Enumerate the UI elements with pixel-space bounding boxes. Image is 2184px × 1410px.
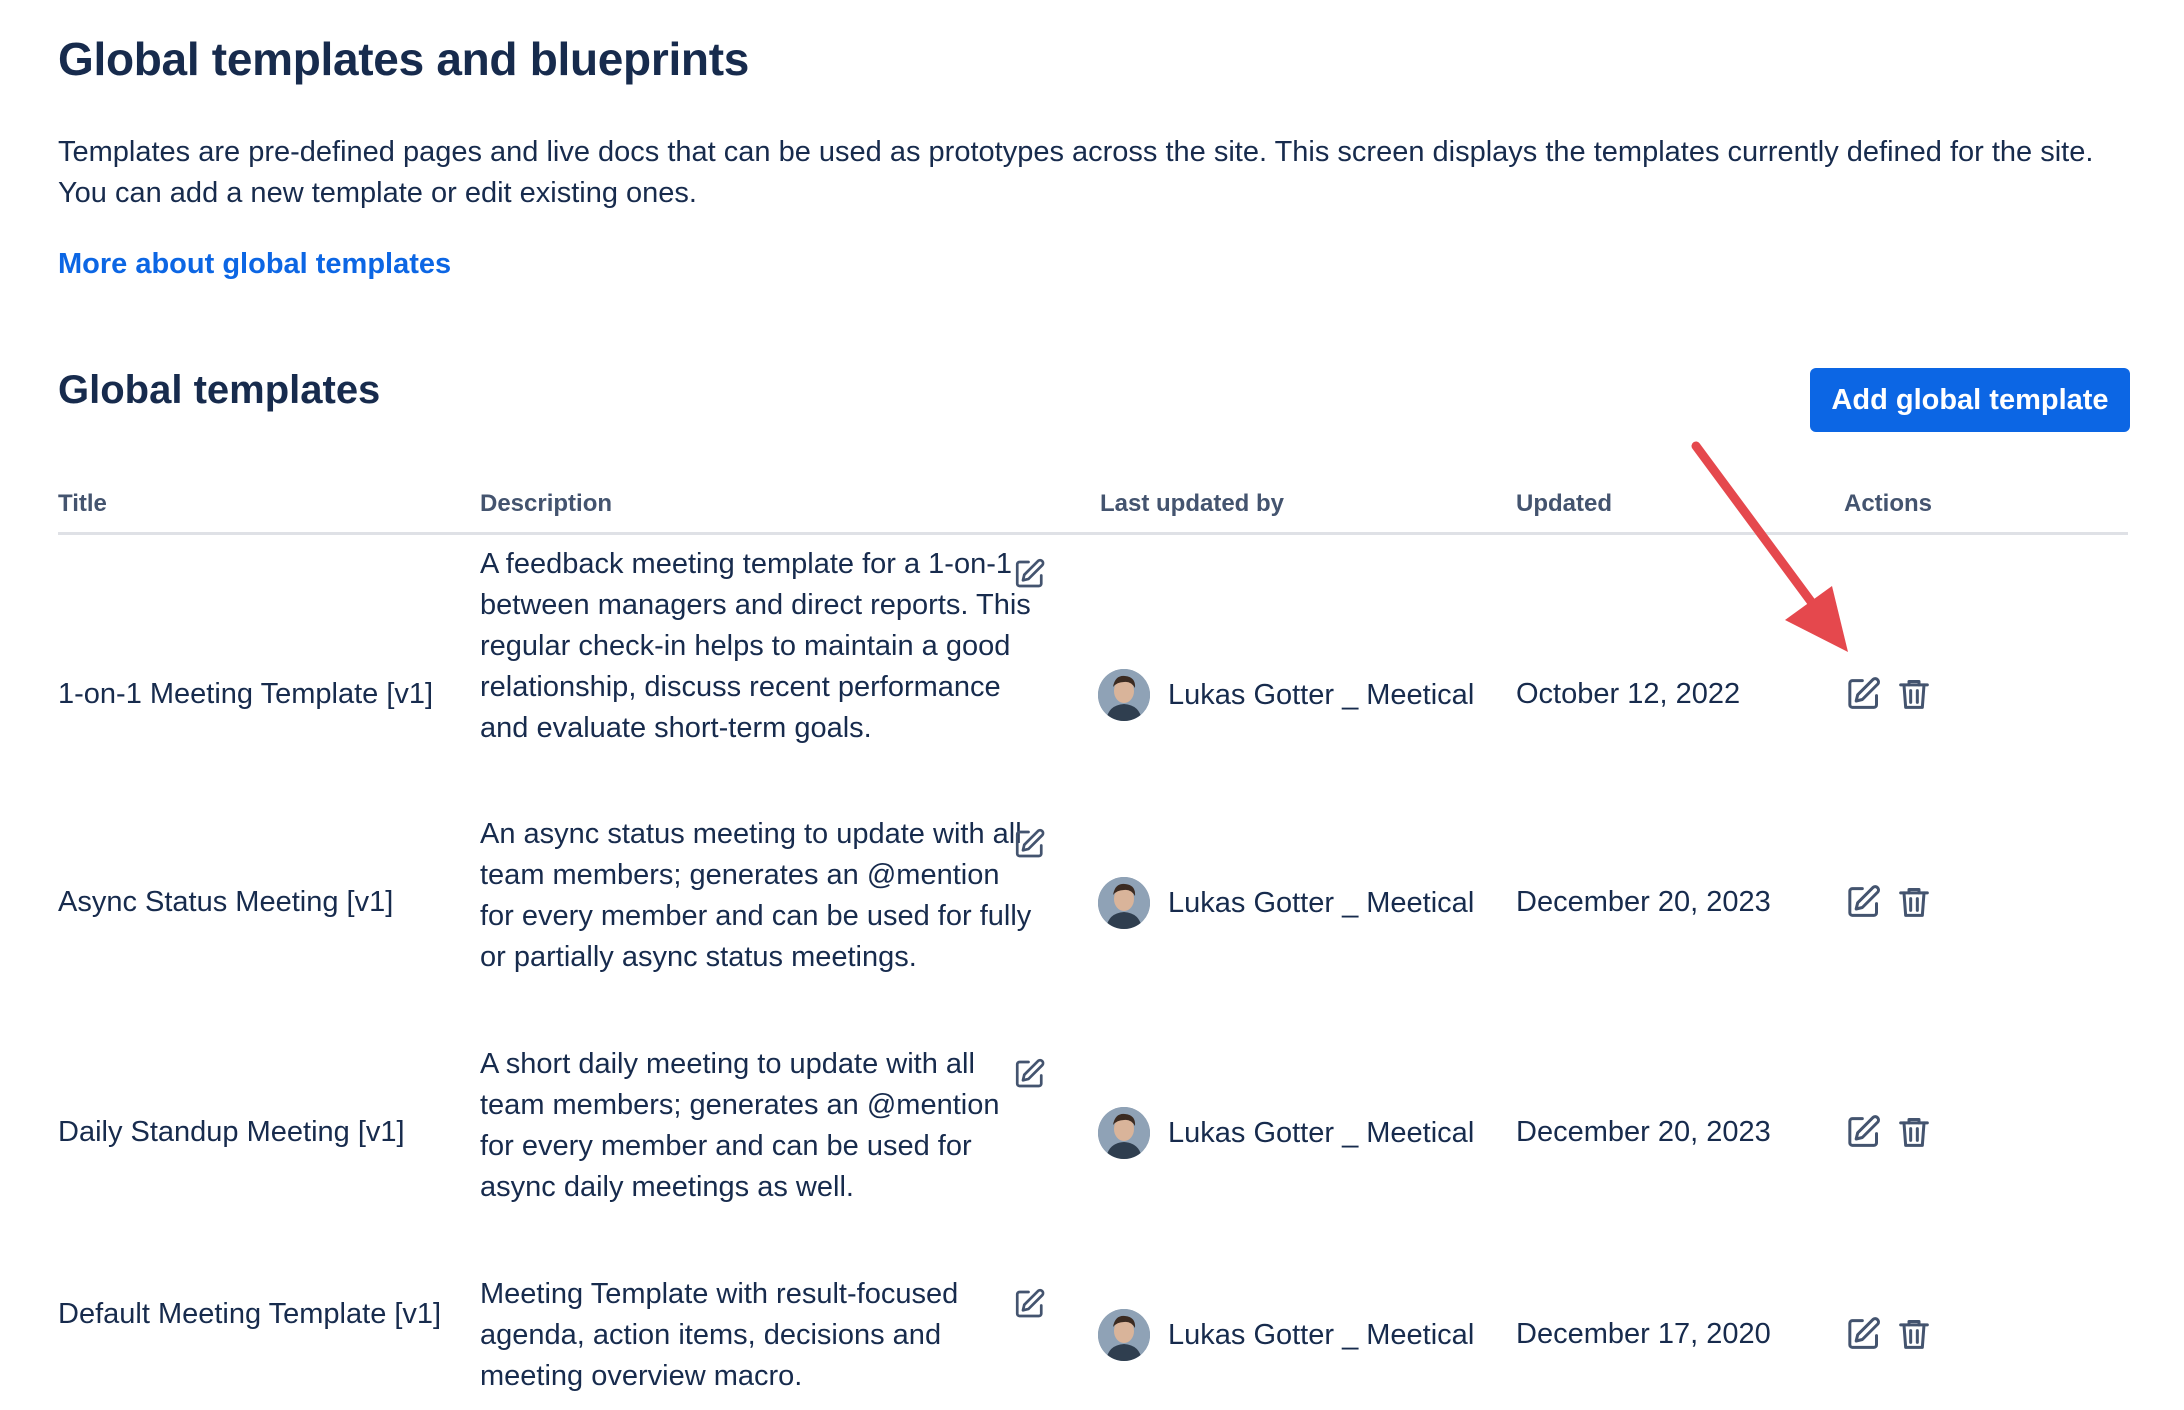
template-description: Meeting Template with result-focused age…: [480, 1278, 959, 1392]
delete-template-icon[interactable]: [1894, 882, 1934, 922]
section-title: Global templates: [58, 368, 381, 412]
header-description: Description: [480, 490, 613, 517]
avatar: [1098, 1309, 1150, 1361]
header-actions: Actions: [1844, 490, 1933, 517]
row-actions: [1844, 882, 1944, 922]
user-name: Lukas Gotter _ Meetical: [1168, 1116, 1475, 1149]
last-updated-by: Lukas Gotter _ Meetical: [1098, 1309, 1474, 1361]
edit-template-icon[interactable]: [1844, 674, 1884, 714]
edit-description-icon[interactable]: [1012, 1286, 1048, 1322]
template-description: An async status meeting to update with a…: [480, 818, 1032, 973]
avatar: [1098, 669, 1150, 721]
avatar: [1098, 877, 1150, 929]
template-title: Default Meeting Template [v1]: [58, 1298, 442, 1330]
template-title: Async Status Meeting [v1]: [58, 886, 394, 918]
delete-template-icon[interactable]: [1894, 1314, 1934, 1354]
more-about-link[interactable]: More about global templates: [58, 248, 451, 281]
updated-date: December 20, 2023: [1516, 886, 1771, 918]
row-actions: [1844, 1112, 1944, 1152]
header-updated: Updated: [1516, 490, 1612, 517]
user-name: Lukas Gotter _ Meetical: [1168, 886, 1475, 919]
last-updated-by: Lukas Gotter _ Meetical: [1098, 669, 1474, 721]
user-name: Lukas Gotter _ Meetical: [1168, 678, 1475, 711]
header-title: Title: [58, 490, 107, 517]
page-title: Global templates and blueprints: [58, 33, 750, 85]
updated-date: December 20, 2023: [1516, 1116, 1771, 1148]
updated-date: December 17, 2020: [1516, 1318, 1771, 1350]
edit-description-icon[interactable]: [1012, 826, 1048, 862]
row-actions: [1844, 1314, 1944, 1354]
last-updated-by: Lukas Gotter _ Meetical: [1098, 1107, 1474, 1159]
delete-template-icon[interactable]: [1894, 674, 1934, 714]
user-name: Lukas Gotter _ Meetical: [1168, 1318, 1475, 1351]
edit-description-icon[interactable]: [1012, 556, 1048, 592]
template-description: A short daily meeting to update with all…: [480, 1048, 1000, 1203]
updated-date: October 12, 2022: [1516, 678, 1741, 710]
table-header: Title Description Last updated by Update…: [58, 490, 2128, 535]
edit-template-icon[interactable]: [1844, 1112, 1884, 1152]
avatar: [1098, 1107, 1150, 1159]
last-updated-by: Lukas Gotter _ Meetical: [1098, 877, 1474, 929]
add-global-template-button[interactable]: Add global template: [1810, 368, 2130, 432]
row-actions: [1844, 674, 1944, 714]
edit-description-icon[interactable]: [1012, 1056, 1048, 1092]
template-description: A feedback meeting template for a 1-on-1…: [480, 548, 1031, 744]
delete-template-icon[interactable]: [1894, 1112, 1934, 1152]
edit-template-icon[interactable]: [1844, 882, 1884, 922]
intro-text: Templates are pre-defined pages and live…: [58, 136, 2094, 209]
edit-template-icon[interactable]: [1844, 1314, 1884, 1354]
template-title: 1-on-1 Meeting Template [v1]: [58, 678, 434, 710]
header-last-updated-by: Last updated by: [1100, 490, 1285, 517]
template-title: Daily Standup Meeting [v1]: [58, 1116, 405, 1148]
